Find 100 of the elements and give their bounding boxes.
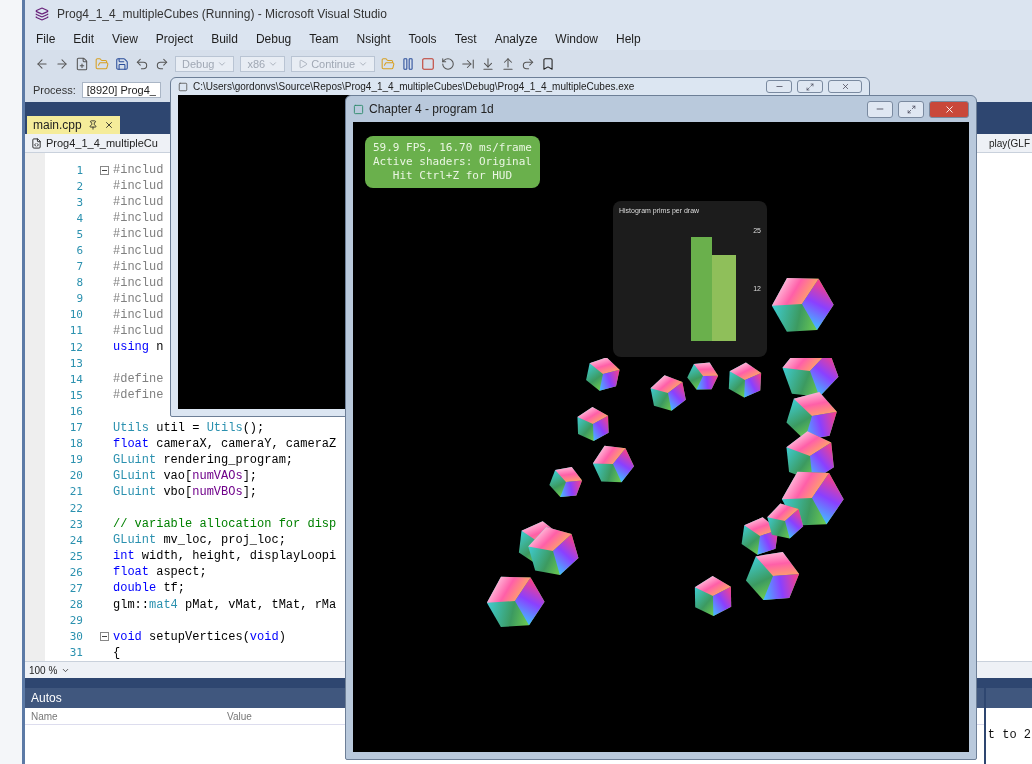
collapse-icon[interactable] [100,632,109,642]
line-number: 14 [68,372,83,386]
app-logo-icon [35,7,49,21]
line-number: 19 [68,453,83,467]
maximize-button[interactable] [797,80,823,93]
pin-icon[interactable] [87,120,98,130]
line-number: 16 [68,404,83,418]
document-tab[interactable]: main.cpp [27,116,120,134]
line-number: 31 [68,646,83,660]
code-line: #includ [113,275,164,290]
redo-icon[interactable] [521,57,536,71]
line-number: 29 [68,614,83,628]
line-number: 2 [75,179,83,193]
minimize-button[interactable] [766,80,792,93]
menu-item[interactable]: Build [202,30,247,48]
code-line: glm::mat4 pMat, vMat, tMat, rMa [113,597,337,612]
process-label: Process: [33,84,76,96]
restart-icon[interactable] [441,57,456,71]
line-number: 25 [68,549,83,563]
maximize-icon [906,104,916,114]
code-line: #includ [113,163,164,178]
code-line: #includ [113,227,164,242]
collapse-icon[interactable] [100,165,109,175]
step-into-icon[interactable] [481,57,496,71]
forward-icon[interactable] [55,57,69,71]
function-dropdown[interactable]: play(GLF [988,137,1030,149]
line-number: 18 [68,437,83,451]
pause-icon[interactable] [401,57,416,71]
code-line: #includ [113,324,164,338]
redo-icon[interactable] [155,57,169,71]
back-icon[interactable] [35,57,49,71]
column-header[interactable]: Value [221,710,252,722]
line-number: 4 [75,211,83,225]
undo-icon[interactable] [135,57,149,71]
menu-item[interactable]: Nsight [347,30,400,48]
menu-item[interactable]: Window [546,30,608,48]
menu-item[interactable]: Help [607,30,650,48]
stop-icon[interactable] [421,57,436,71]
panel-header [986,688,1032,708]
menu-item[interactable]: Debug [246,30,301,48]
line-number: 6 [75,244,83,257]
scope-dropdown[interactable]: Prog4_1_4_multipleCu [31,137,158,149]
line-number: 9 [75,292,83,306]
code-line: #define [113,388,164,403]
menu-item[interactable]: Project [146,30,203,48]
menu-item[interactable]: Edit [64,30,104,48]
code-line: #define [113,372,164,387]
menu-item[interactable]: Analyze [485,30,547,48]
code-line: void setupVertices(void) [113,629,286,644]
hud-text: 59.9 FPS, 16.70 ms/frame [373,141,532,155]
code-line: #includ [113,179,164,194]
caret-icon [358,59,369,69]
code-line: GLuint rendering_program; [113,452,294,467]
code-line: using n [113,340,164,355]
maximize-button[interactable] [898,100,924,118]
line-number: 21 [68,485,83,499]
console-icon [178,81,188,92]
menu-item[interactable]: View [103,30,147,48]
minimize-button[interactable] [867,100,893,118]
code-line: int width, height, displayLoopi [113,549,337,564]
close-icon [943,103,955,115]
line-number: 23 [68,517,83,531]
line-number: 17 [68,421,83,435]
arrow-right-icon[interactable] [461,57,476,71]
code-line: #includ [113,195,164,210]
window-title: Prog4_1_4_multipleCubes (Running) - Microsoft Visual Studio [57,7,387,21]
line-number: 15 [68,388,83,402]
menu-item[interactable]: Test [445,30,486,48]
menu-item[interactable]: Team [300,30,348,48]
close-button[interactable] [929,100,969,118]
code-line: double tf; [113,581,186,596]
line-number: 26 [68,565,83,579]
code-line: float cameraX, cameraY, cameraZ [113,436,337,451]
code-line: GLuint mv_loc, proj_loc; [113,533,286,548]
new-file-icon[interactable] [75,57,89,71]
close-icon [840,82,850,91]
bookmark-icon[interactable] [541,57,556,71]
save-icon[interactable] [115,57,129,71]
line-number: 20 [68,469,83,483]
code-line: // variable allocation for disp [113,517,337,532]
code-line: GLuint vbo[numVBOs]; [113,484,258,499]
step-out-icon[interactable] [501,57,516,71]
close-button[interactable] [828,80,862,93]
zoom-dropdown[interactable]: 100 % [29,664,71,676]
code-line: { [113,645,121,660]
code-line: float aspect; [113,565,207,580]
hud-text: Hit Ctrl+Z for HUD [392,169,513,183]
column-header[interactable]: Name [25,710,221,722]
menu-item[interactable]: Tools [399,30,446,48]
line-number: 1 [75,163,83,177]
menu-item[interactable]: File [27,30,65,48]
process-field[interactable]: [8920] Prog4_ [81,82,161,98]
close-icon[interactable] [103,120,114,130]
code-line: #includ [113,291,164,306]
file-icon [31,137,42,149]
line-number: 28 [68,598,83,612]
line-number: 27 [68,582,83,595]
panel-title: Autos [31,691,62,705]
render-window-title: Chapter 4 - program 1d [369,102,495,116]
caret-icon [217,59,228,69]
